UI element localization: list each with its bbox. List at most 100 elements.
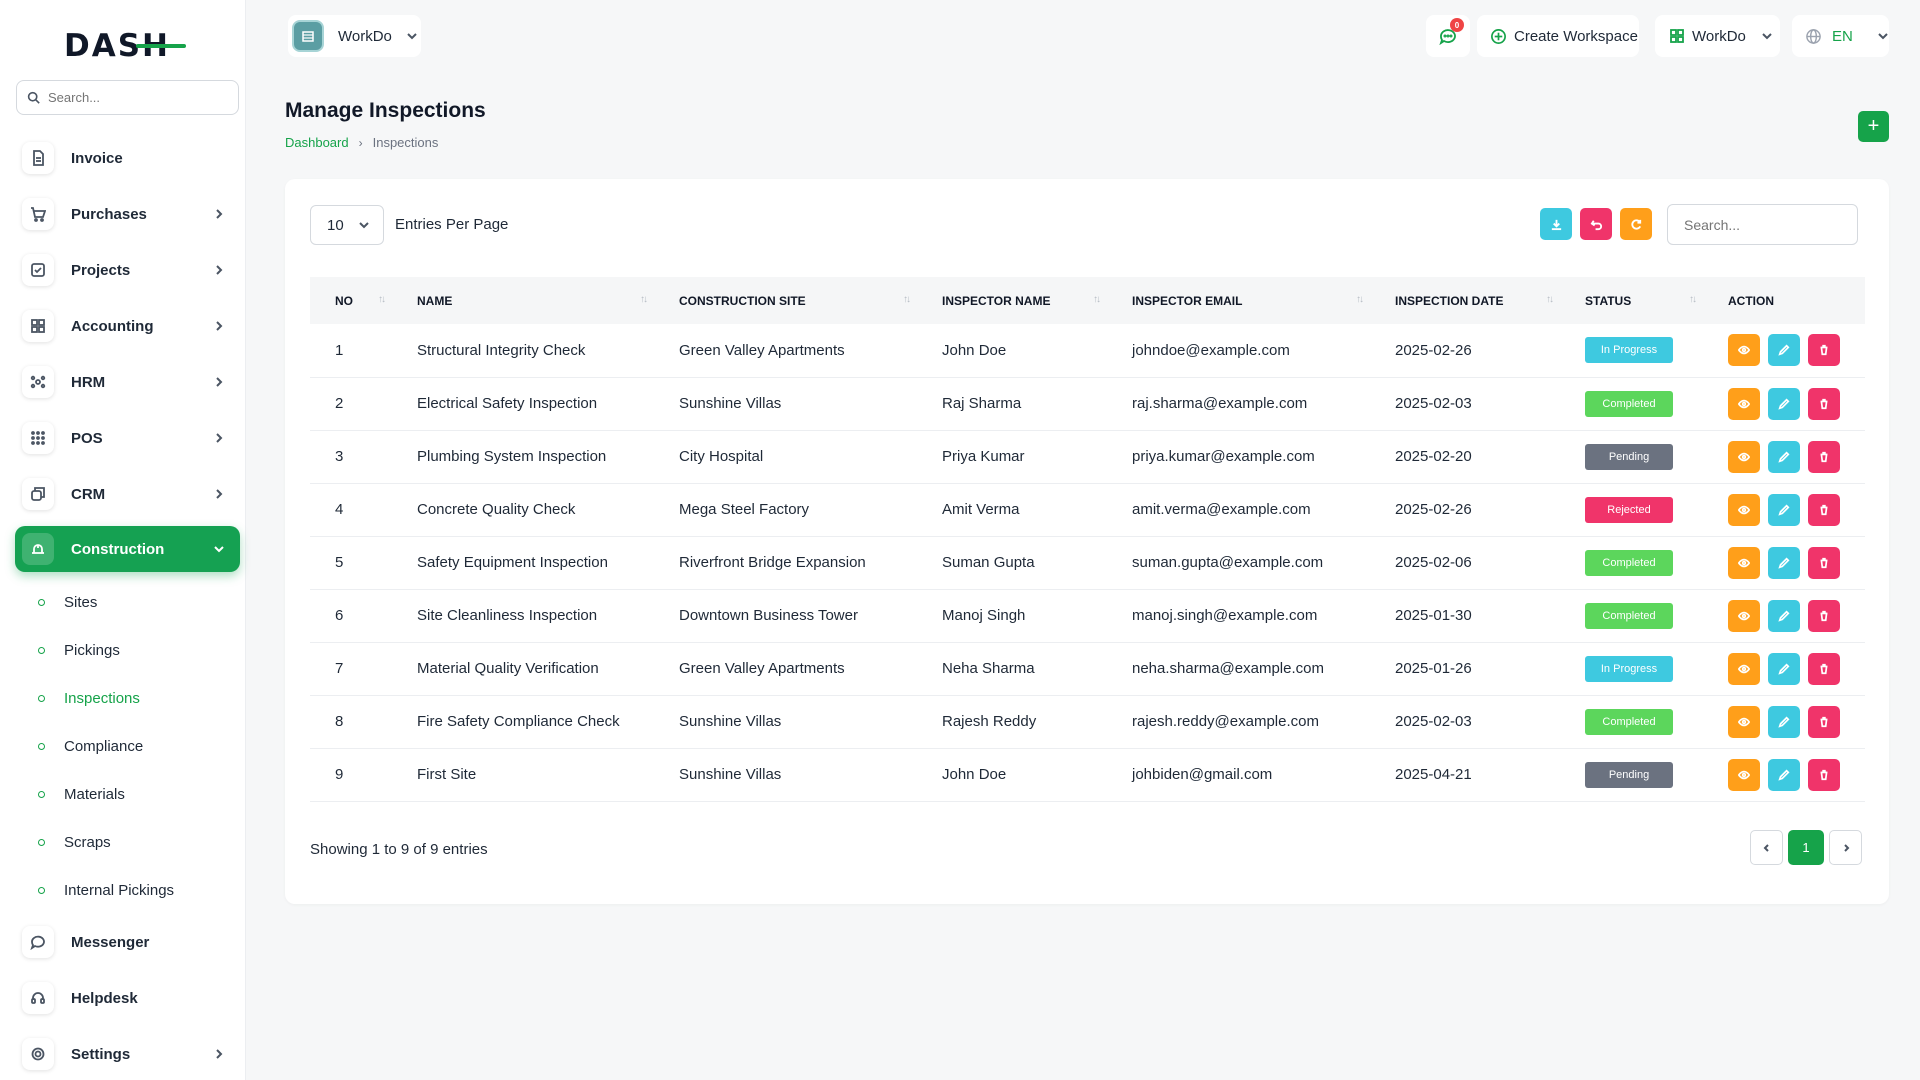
- delete-button[interactable]: [1808, 758, 1840, 791]
- workspace-switch-button[interactable]: WorkDo: [1655, 15, 1780, 57]
- inspections-card: 10 Entries Per Page NO ↑↓ NAME ↑↓ CONSTRUC…: [285, 179, 1889, 904]
- delete-button[interactable]: [1808, 493, 1840, 526]
- refresh-icon: [1630, 218, 1641, 230]
- headset-icon: [22, 982, 54, 1014]
- breadcrumb-dashboard-link[interactable]: Dashboard: [285, 135, 349, 150]
- view-button[interactable]: [1728, 546, 1760, 579]
- sidebar-item-crm[interactable]: CRM: [15, 471, 240, 517]
- view-button[interactable]: [1728, 652, 1760, 685]
- cell-status: Rejected: [1560, 483, 1703, 536]
- sidebar-item-projects[interactable]: Projects: [15, 247, 240, 293]
- table-row: 8 Fire Safety Compliance Check Sunshine Vi…: [310, 695, 1865, 748]
- column-header-status[interactable]: STATUS ↑↓: [1560, 277, 1703, 324]
- delete-button[interactable]: [1808, 334, 1840, 367]
- view-button[interactable]: [1728, 705, 1760, 738]
- chevron-right-icon: [212, 207, 226, 221]
- reset-button[interactable]: [1580, 208, 1612, 240]
- sub-item-inspections[interactable]: Inspections: [38, 686, 140, 710]
- cell-inspection-date: 2025-02-06: [1395, 554, 1472, 571]
- sort-icon: ↑↓: [1356, 294, 1364, 305]
- delete-button[interactable]: [1808, 599, 1840, 632]
- cell-inspector-email: manoj.singh@example.com: [1132, 607, 1318, 624]
- view-button[interactable]: [1728, 758, 1760, 791]
- cell-name: Site Cleanliness Inspection: [417, 607, 598, 624]
- delete-button[interactable]: [1808, 440, 1840, 473]
- brand-logo[interactable]: DASH: [64, 28, 188, 62]
- edit-button[interactable]: [1768, 599, 1800, 632]
- table-search-input[interactable]: [1684, 216, 1844, 233]
- view-button[interactable]: [1728, 387, 1760, 420]
- cell-inspector-name: Priya Kumar: [942, 448, 1025, 465]
- sidebar-search[interactable]: [16, 80, 239, 115]
- view-button[interactable]: [1728, 493, 1760, 526]
- entries-per-page-select[interactable]: 10: [310, 205, 384, 245]
- sub-item-sites[interactable]: Sites: [38, 590, 97, 614]
- cell-actions: [1703, 748, 1865, 801]
- language-label: EN: [1832, 27, 1853, 45]
- sidebar-item-settings[interactable]: Settings: [15, 1031, 240, 1077]
- edit-button[interactable]: [1768, 705, 1800, 738]
- column-header-construction-site[interactable]: CONSTRUCTION SITE ↑↓: [654, 277, 917, 324]
- column-label: CONSTRUCTION SITE: [679, 293, 806, 308]
- create-workspace-button[interactable]: Create Workspace: [1477, 15, 1639, 57]
- status-badge: Pending: [1585, 443, 1673, 470]
- sub-item-label: Scraps: [64, 833, 111, 851]
- cell-construction-site: Downtown Business Tower: [679, 607, 858, 624]
- trash-icon: [1820, 557, 1828, 568]
- column-header-name[interactable]: NAME ↑↓: [392, 277, 654, 324]
- sort-icon: ↑↓: [1093, 294, 1101, 305]
- next-page-button[interactable]: [1829, 830, 1862, 865]
- add-inspection-button[interactable]: +: [1858, 111, 1889, 142]
- column-header-inspector-email[interactable]: INSPECTOR EMAIL ↑↓: [1107, 277, 1370, 324]
- column-header-inspector-name[interactable]: INSPECTOR NAME ↑↓: [917, 277, 1107, 324]
- edit-button[interactable]: [1768, 387, 1800, 420]
- sidebar-item-messenger[interactable]: Messenger: [15, 919, 240, 965]
- sidebar-item-accounting[interactable]: Accounting: [15, 303, 240, 349]
- edit-button[interactable]: [1768, 546, 1800, 579]
- view-button[interactable]: [1728, 440, 1760, 473]
- sub-item-materials[interactable]: Materials: [38, 782, 125, 806]
- sidebar-item-hrm[interactable]: HRM: [15, 359, 240, 405]
- edit-button[interactable]: [1768, 493, 1800, 526]
- table-row: 1 Structural Integrity Check Green Valley …: [310, 324, 1865, 377]
- sub-item-compliance[interactable]: Compliance: [38, 734, 143, 758]
- table-search[interactable]: [1667, 204, 1858, 245]
- chevron-down-icon: [1762, 33, 1772, 40]
- sidebar-item-purchases[interactable]: Purchases: [15, 191, 240, 237]
- delete-button[interactable]: [1808, 387, 1840, 420]
- sidebar-item-invoice[interactable]: Invoice: [15, 135, 240, 181]
- reload-button[interactable]: [1620, 208, 1652, 240]
- bullet-icon: [38, 886, 45, 894]
- cell-inspector-name: John Doe: [942, 766, 1007, 783]
- view-button[interactable]: [1728, 334, 1760, 367]
- sub-item-scraps[interactable]: Scraps: [38, 830, 111, 854]
- cell-inspection-date: 2025-02-26: [1395, 501, 1472, 518]
- sub-item-pickings[interactable]: Pickings: [38, 638, 120, 662]
- sidebar-search-input[interactable]: [48, 90, 228, 105]
- prev-page-button[interactable]: [1750, 830, 1783, 865]
- chevron-right-icon: [212, 319, 226, 333]
- workspace-selector[interactable]: WorkDo: [288, 15, 421, 57]
- chevron-right-icon: [212, 487, 226, 501]
- page-button[interactable]: 1: [1788, 830, 1824, 865]
- messages-button[interactable]: 0: [1426, 15, 1470, 57]
- view-button[interactable]: [1728, 599, 1760, 632]
- export-button[interactable]: [1540, 208, 1572, 240]
- pencil-icon: [1778, 663, 1790, 675]
- users-icon: [22, 366, 54, 398]
- cell-name: Structural Integrity Check: [417, 341, 586, 359]
- delete-button[interactable]: [1808, 546, 1840, 579]
- delete-button[interactable]: [1808, 652, 1840, 685]
- sidebar-item-construction[interactable]: Construction: [15, 526, 240, 572]
- edit-button[interactable]: [1768, 440, 1800, 473]
- sidebar-item-helpdesk[interactable]: Helpdesk: [15, 975, 240, 1021]
- edit-button[interactable]: [1768, 334, 1800, 367]
- edit-button[interactable]: [1768, 758, 1800, 791]
- column-header-no[interactable]: NO ↑↓: [310, 277, 392, 324]
- sub-item-internal-pickings[interactable]: Internal Pickings: [38, 878, 174, 902]
- language-selector[interactable]: EN: [1792, 15, 1889, 57]
- delete-button[interactable]: [1808, 705, 1840, 738]
- edit-button[interactable]: [1768, 652, 1800, 685]
- column-header-inspection-date[interactable]: INSPECTION DATE ↑↓: [1370, 277, 1560, 324]
- sidebar-item-pos[interactable]: POS: [15, 415, 240, 461]
